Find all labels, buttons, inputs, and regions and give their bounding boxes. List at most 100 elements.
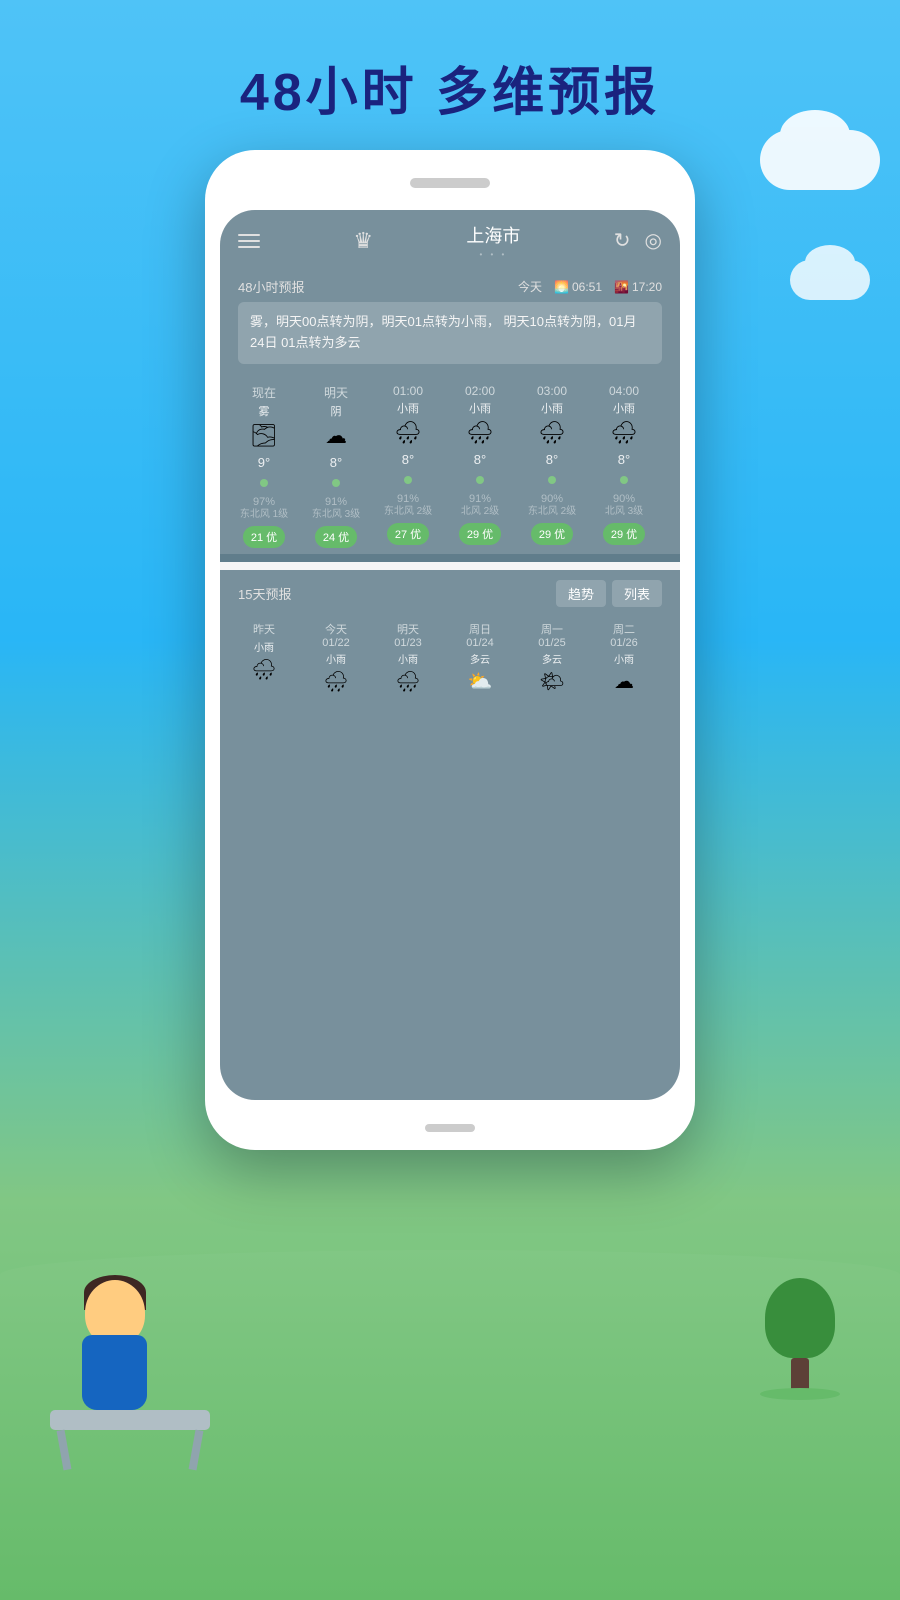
- hour-col-4: 03:00 小雨 🌧 8° 90% 东北风 2级 29 优: [516, 378, 588, 554]
- section-15d-label: 15天预报: [238, 584, 291, 603]
- daily-row: 昨天 小雨 🌧 今天 01/22 小雨 🌧 明天 01/23 小雨 🌧 周日 0…: [228, 617, 672, 698]
- menu-line-3: [238, 246, 260, 248]
- hour-icon: 🌧: [610, 420, 638, 446]
- app-header: ♛ 上海市 • • • ↻ ◎: [220, 210, 680, 267]
- hour-temp: 8°: [474, 452, 486, 467]
- aqi-badge: 29 优: [531, 523, 573, 545]
- hour-label: 01:00: [393, 384, 423, 398]
- temp-line: [376, 471, 440, 489]
- hour-temp: 8°: [618, 452, 630, 467]
- section-15d: 15天预报 趋势 列表 昨天 小雨 🌧 今天 01/22 小雨 🌧 明天 01/…: [220, 570, 680, 1100]
- day-weather: 多云: [542, 651, 562, 666]
- app-screen: ♛ 上海市 • • • ↻ ◎ 48小时预报 今天 🌅 06: [220, 210, 680, 1100]
- today-text: 今天: [518, 278, 542, 295]
- hour-temp: 8°: [546, 452, 558, 467]
- day-col-1: 今天 01/22 小雨 🌧: [300, 617, 372, 698]
- hour-weather: 小雨: [397, 400, 419, 416]
- phone-speaker: [410, 178, 490, 188]
- hour-weather: 小雨: [469, 400, 491, 416]
- day-date: 01/26: [610, 637, 638, 649]
- day-weather: 小雨: [326, 651, 346, 666]
- day-label: 昨天: [253, 621, 275, 637]
- hour-wind: 东北风 2级: [384, 505, 432, 519]
- page-title: 48小时 多维预报: [0, 50, 900, 125]
- hour-label: 明天: [324, 384, 348, 401]
- hour-wind: 东北风 2级: [528, 505, 576, 519]
- temp-line: [520, 471, 584, 489]
- crown-icon[interactable]: ♛: [353, 228, 373, 254]
- day-label: 明天: [397, 621, 419, 637]
- sunset-info: 🌇 17:20: [614, 280, 662, 294]
- day-date: 01/23: [394, 637, 422, 649]
- bg-cloud-2: [790, 260, 870, 300]
- hourly-row: 现在 雾 🌫 9° 97% 东北风 1级 21 优 明天 阴 ☁ 8° 91% …: [220, 378, 680, 554]
- hour-col-3: 02:00 小雨 🌧 8° 91% 北风 2级 29 优: [444, 378, 516, 554]
- hourly-scroll[interactable]: 现在 雾 🌫 9° 97% 东北风 1级 21 优 明天 阴 ☁ 8° 91% …: [220, 378, 680, 554]
- forecast-desc-text: 雾，明天00点转为阴，明天01点转为小雨， 明天10点转为阴，01月24日 01…: [250, 314, 636, 350]
- hour-weather: 小雨: [541, 400, 563, 416]
- day-label: 周日: [469, 621, 491, 637]
- phone-frame: ♛ 上海市 • • • ↻ ◎ 48小时预报 今天 🌅 06: [205, 150, 695, 1150]
- hour-humidity: 91%: [325, 496, 347, 508]
- day-icon: ☁: [614, 669, 634, 694]
- city-selector[interactable]: 上海市 • • •: [466, 222, 520, 259]
- aqi-badge: 24 优: [315, 526, 357, 548]
- day-icon: 🌧: [323, 669, 348, 694]
- day-col-3: 周日 01/24 多云 ⛅: [444, 617, 516, 698]
- city-name: 上海市: [466, 222, 520, 248]
- hour-wind: 东北风 1级: [240, 508, 288, 522]
- day-col-0: 昨天 小雨 🌧: [228, 617, 300, 698]
- header-actions: ↻ ◎: [614, 228, 662, 253]
- hour-col-2: 01:00 小雨 🌧 8° 91% 东北风 2级 27 优: [372, 378, 444, 554]
- aqi-badge: 29 优: [603, 523, 645, 545]
- day-weather: 小雨: [254, 639, 274, 654]
- hour-weather: 雾: [259, 403, 270, 419]
- day-date: 01/24: [466, 637, 494, 649]
- temp-dot: [332, 479, 340, 487]
- daily-scroll[interactable]: 昨天 小雨 🌧 今天 01/22 小雨 🌧 明天 01/23 小雨 🌧 周日 0…: [220, 617, 680, 698]
- day-label: 今天: [325, 621, 347, 637]
- forecast-description: 雾，明天00点转为阴，明天01点转为小雨， 明天10点转为阴，01月24日 01…: [238, 302, 662, 364]
- hour-icon: 🌧: [466, 420, 494, 446]
- day-weather: 小雨: [398, 651, 418, 666]
- refresh-icon[interactable]: ↻: [614, 228, 631, 253]
- location-icon[interactable]: ◎: [645, 228, 662, 253]
- section-48h: 48小时预报 今天 🌅 06:51 🌇 17:20 雾，明天00: [220, 267, 680, 378]
- hour-humidity: 91%: [397, 493, 419, 505]
- char-torso: [82, 1335, 147, 1410]
- day-date: 01/25: [538, 637, 566, 649]
- hour-weather: 小雨: [613, 400, 635, 416]
- hour-col-0: 现在 雾 🌫 9° 97% 东北风 1级 21 优: [228, 378, 300, 554]
- day-label: 周二: [613, 621, 635, 637]
- hour-weather: 阴: [331, 403, 342, 419]
- char-desk: [50, 1410, 210, 1430]
- day-icon: 🌧: [395, 669, 420, 694]
- tree-crown: [765, 1278, 835, 1358]
- hour-wind: 北风 3级: [605, 505, 643, 519]
- sunrise-icon: 🌅: [554, 280, 569, 294]
- day-label: 周一: [541, 621, 563, 637]
- hour-col-5: 04:00 小雨 🌧 8° 90% 北风 3级 29 优: [588, 378, 660, 554]
- hour-icon: 🌧: [538, 420, 566, 446]
- section-48h-label: 48小时预报: [238, 277, 304, 296]
- list-button[interactable]: 列表: [612, 580, 662, 607]
- hour-label: 02:00: [465, 384, 495, 398]
- sunrise-info: 🌅 06:51: [554, 280, 602, 294]
- hour-humidity: 90%: [541, 493, 563, 505]
- temp-line: [448, 471, 512, 489]
- sunset-icon: 🌇: [614, 280, 629, 294]
- day-icon: ⛅: [468, 669, 493, 694]
- hour-temp: 8°: [402, 452, 414, 467]
- day-col-2: 明天 01/23 小雨 🌧: [372, 617, 444, 698]
- trend-button[interactable]: 趋势: [556, 580, 606, 607]
- aqi-badge: 29 优: [459, 523, 501, 545]
- hour-col-1: 明天 阴 ☁ 8° 91% 东北风 3级 24 优: [300, 378, 372, 554]
- hour-label: 现在: [252, 384, 276, 401]
- menu-button[interactable]: [238, 234, 260, 248]
- day-weather: 小雨: [614, 651, 634, 666]
- section-divider: [220, 554, 680, 562]
- temp-line: [304, 474, 368, 492]
- day-date: 01/22: [322, 637, 350, 649]
- character-decoration: [30, 1150, 250, 1430]
- aqi-badge: 21 优: [243, 526, 285, 548]
